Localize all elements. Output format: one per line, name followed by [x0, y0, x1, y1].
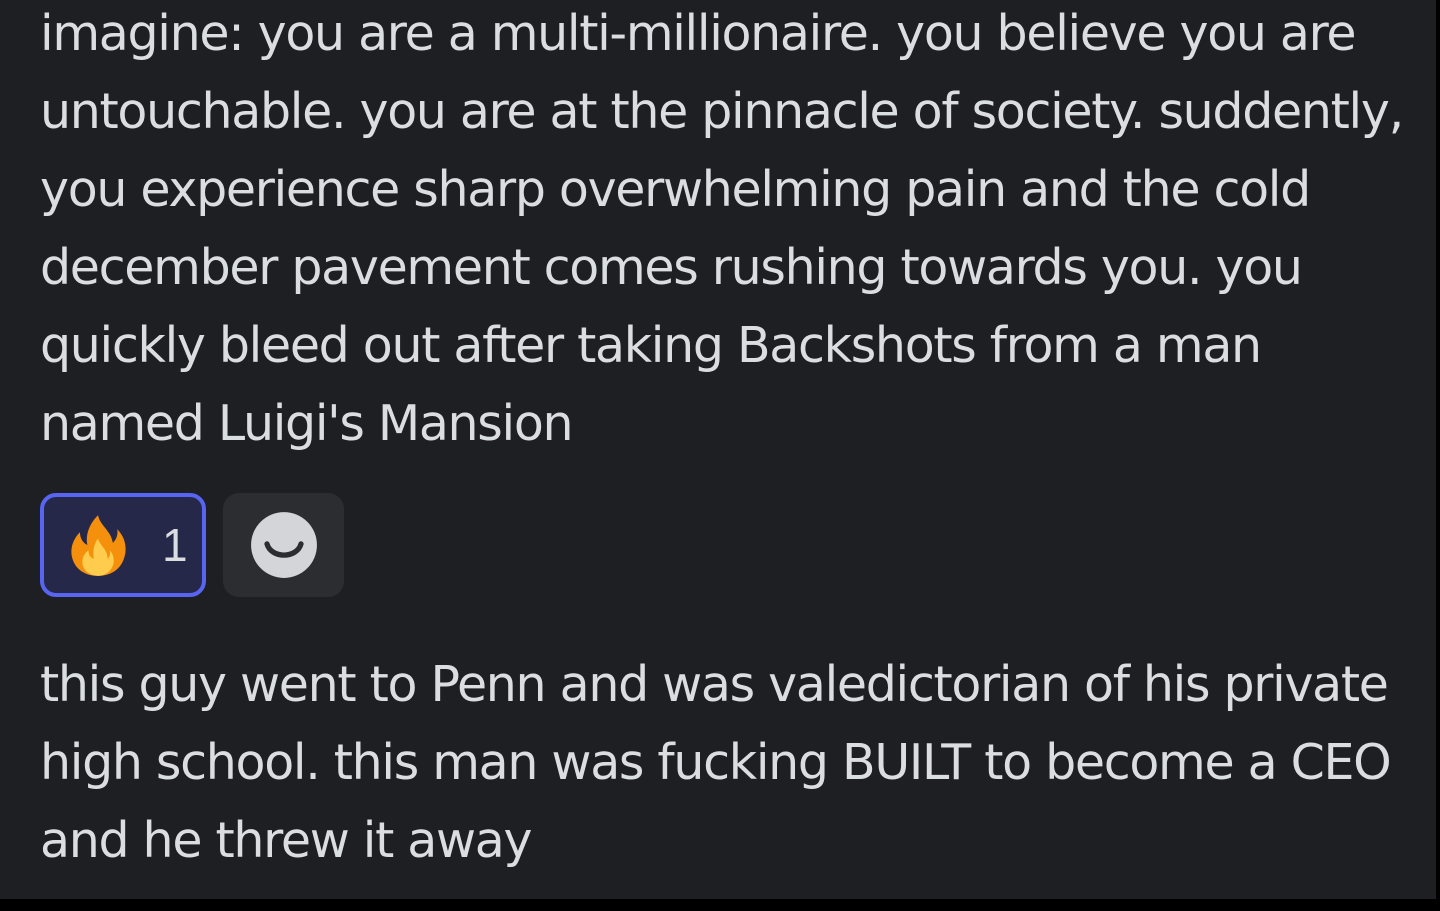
reaction-bar: 1	[40, 493, 344, 597]
message-text: this guy went to Penn and was valedictor…	[40, 656, 1405, 869]
fire-icon	[71, 515, 126, 576]
smile-icon	[250, 512, 317, 578]
fire-reaction-button[interactable]: 1	[40, 493, 206, 597]
chat-panel: imagine: you are a multi-millionaire. yo…	[0, 0, 1436, 899]
reaction-count: 1	[162, 519, 188, 571]
message-text: imagine: you are a multi-millionaire. yo…	[40, 5, 1418, 452]
add-reaction-button[interactable]	[223, 493, 344, 597]
